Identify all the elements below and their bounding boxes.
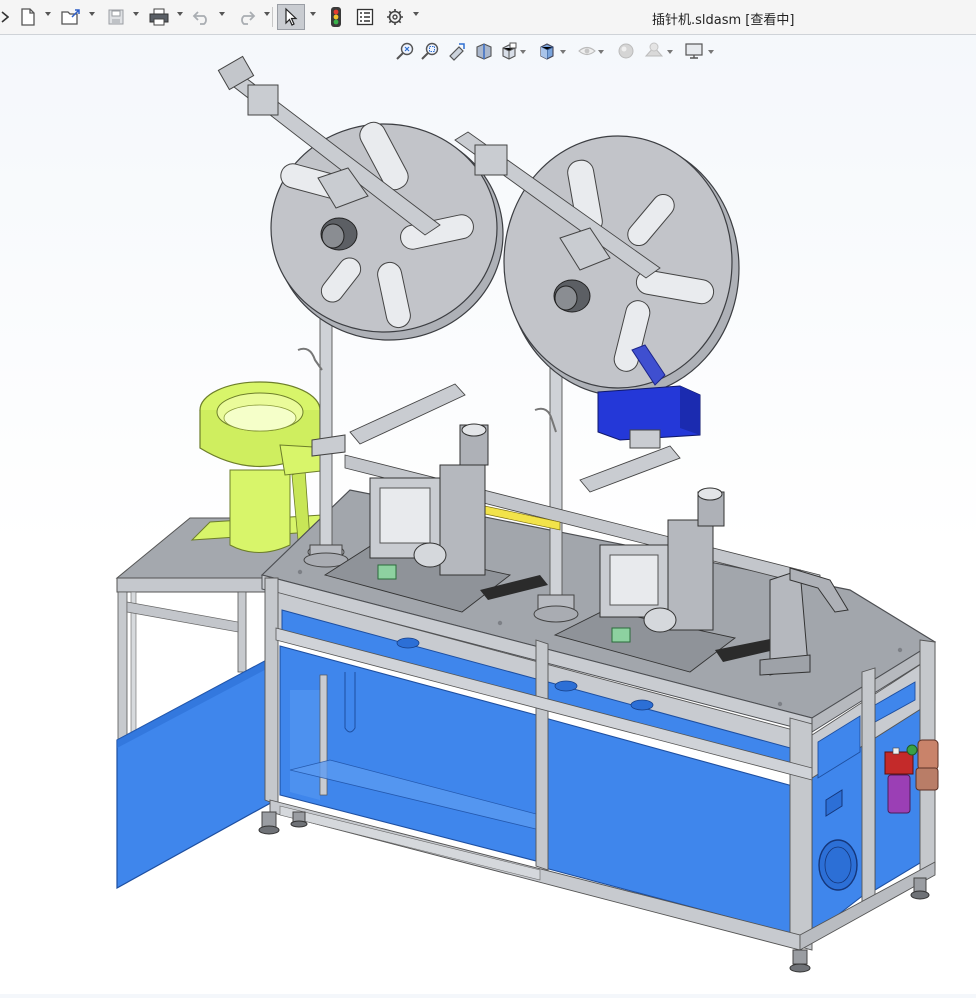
- command-toolbar: 插针机.sldasm [查看中]: [0, 0, 976, 35]
- options-button[interactable]: [384, 5, 406, 29]
- file-properties-button[interactable]: [354, 5, 376, 29]
- print-dropdown[interactable]: [177, 12, 183, 16]
- undo-dropdown[interactable]: [219, 12, 225, 16]
- printer-icon: [149, 8, 169, 26]
- gear-icon: [387, 9, 403, 25]
- new-document-dropdown[interactable]: [45, 12, 51, 16]
- assembly-model[interactable]: [0, 36, 976, 994]
- print-button[interactable]: [146, 5, 172, 29]
- page-icon: [21, 8, 35, 26]
- traffic-light-icon: [331, 7, 341, 27]
- new-document-button[interactable]: [16, 5, 40, 29]
- document-title: 插针机.sldasm [查看中]: [652, 13, 795, 28]
- undo-icon: [192, 11, 207, 25]
- select-dropdown[interactable]: [310, 12, 316, 16]
- folder-open-icon: [61, 9, 80, 25]
- redo-icon: [241, 11, 256, 25]
- redo-button[interactable]: [234, 5, 258, 29]
- collapsed-arrow-icon[interactable]: [0, 5, 10, 29]
- rebuild-button[interactable]: [326, 5, 346, 29]
- save-document-button[interactable]: [104, 5, 128, 29]
- save-document-dropdown[interactable]: [133, 12, 139, 16]
- redo-dropdown[interactable]: [264, 12, 270, 16]
- open-document-button[interactable]: [58, 5, 84, 29]
- graphics-area[interactable]: [0, 36, 976, 994]
- undo-button[interactable]: [190, 5, 214, 29]
- select-button[interactable]: [277, 4, 305, 30]
- floppy-icon: [108, 9, 124, 25]
- toolbar-divider: [272, 7, 273, 27]
- cursor-arrow-icon: [285, 7, 298, 26]
- list-icon: [356, 8, 374, 26]
- open-cabinet-door: [116, 653, 277, 890]
- options-dropdown[interactable]: [413, 12, 419, 16]
- open-document-dropdown[interactable]: [89, 12, 95, 16]
